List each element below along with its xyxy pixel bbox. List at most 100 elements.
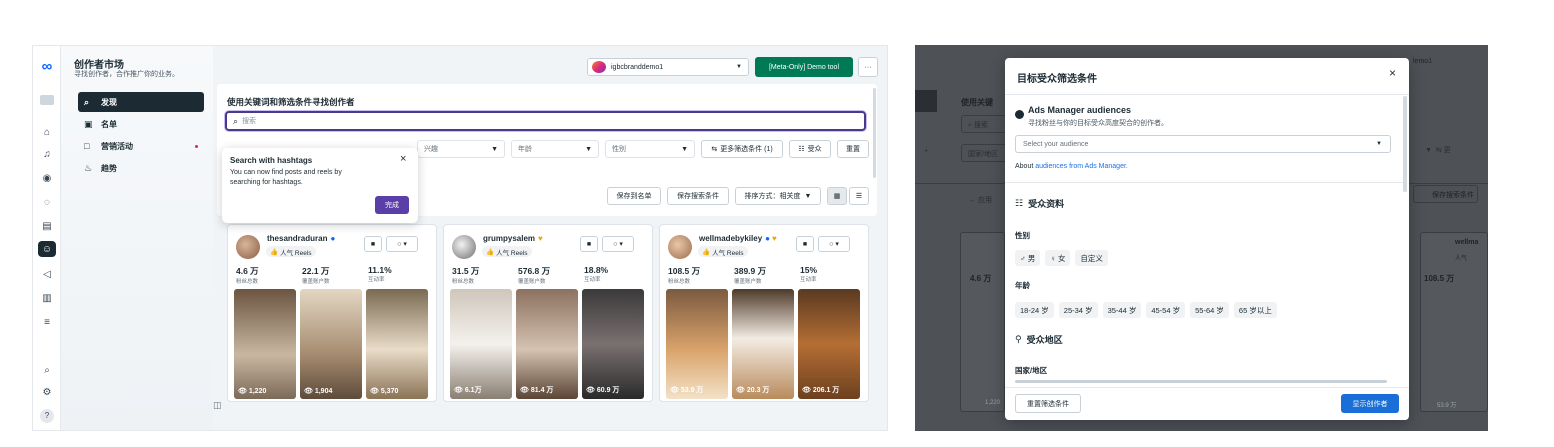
chevron-down-icon: ▼ (736, 64, 742, 70)
settings-icon[interactable]: ⚙ (38, 384, 56, 400)
nav-item-campaigns[interactable]: □ 营销活动 (78, 136, 204, 156)
avatar (668, 235, 692, 259)
creator-card[interactable]: thesandraduran ● 👍 人气 Reels ■ ○ ▾ 4.6 万粉丝总… (227, 224, 437, 402)
chevron-down-icon: ▼ (585, 145, 592, 153)
age-chip[interactable]: 55-64 岁 (1190, 302, 1229, 318)
reel-thumbnail[interactable]: 👁 1,220 (234, 289, 296, 399)
creator-name[interactable]: wellmadebykiley (699, 234, 762, 243)
done-button[interactable]: 完成 (375, 196, 409, 214)
ads-description: 寻找粉丝与你的目标受众高度契合的创作者。 (1028, 120, 1168, 127)
vertical-scrollbar[interactable] (1403, 96, 1407, 192)
reel-thumbnail[interactable]: 👁 6.1万 (450, 289, 512, 399)
audience-filter-modal: 目标受众筛选条件 × Ads Manager audiences 寻找粉丝与你的… (1005, 58, 1409, 420)
horizontal-scrollbar[interactable] (1015, 380, 1387, 383)
show-creators-button[interactable]: 显示创作者 (1341, 394, 1399, 413)
search-input[interactable]: ⌕ 搜索 (225, 111, 866, 131)
creator-card[interactable]: wellmadebykiley ● ♥ 👍 人气 Reels ■ ○ ▾ 108.5 … (659, 224, 869, 402)
close-icon[interactable]: × (1389, 66, 1396, 80)
account-thumbnail-icon[interactable] (38, 92, 56, 108)
age-chip[interactable]: 25-34 岁 (1058, 302, 1098, 318)
audience-filter-button[interactable]: ☷ 受众 (789, 140, 831, 158)
reel-thumbnail[interactable]: 👁 206.1 万 (798, 289, 860, 399)
search-icon: ⌕ (84, 96, 90, 107)
reach-stat: 576.8 万覆盖账户数 (518, 266, 551, 285)
chevron-down-icon: ▼ (491, 145, 498, 153)
ads-manager-link[interactable]: audiences from Ads Manager. (1035, 163, 1128, 170)
insights-icon[interactable]: ▥ (38, 290, 56, 306)
status-dropdown[interactable]: ○ ▾ (818, 236, 850, 252)
gender-filter[interactable]: 性别 ▼ (605, 140, 695, 158)
age-chip[interactable]: 35-44 岁 (1102, 302, 1142, 318)
status-dropdown[interactable]: ○ ▾ (602, 236, 634, 252)
reset-button[interactable]: 重置 (837, 140, 869, 158)
discover-content: igbcbranddemo1 ▼ [Meta-Only] Demo tool ·… (217, 46, 887, 430)
reel-thumbnail[interactable]: 👁 81.4 万 (516, 289, 578, 399)
sort-dropdown[interactable]: 排序方式：相关度 ▼ (735, 187, 821, 205)
engagement-stat: 18.8% 互动率 (584, 265, 609, 283)
icon-rail: ∞ ⌂ ♫ ◉ ◌ ▤ ☺ ◁ ▥ ≡ ⌕ ⚙ ? (33, 46, 61, 430)
account-selector[interactable]: igbcbranddemo1 ▼ (587, 58, 749, 76)
about-text: About audiences from Ads Manager. (1015, 163, 1128, 170)
home-icon[interactable]: ⌂ (38, 124, 56, 140)
age-filter[interactable]: 年龄 ▼ (511, 140, 599, 158)
nav-item-discover[interactable]: ⌕ 发现 (78, 92, 204, 112)
interest-filter[interactable]: 兴趣 ▼ (417, 140, 505, 158)
more-options-button[interactable]: ··· (858, 57, 878, 77)
age-chip[interactable]: 18-24 岁 (1015, 302, 1054, 318)
account-avatar-icon (592, 61, 606, 73)
creator-card[interactable]: grumpysalem ♥ 👍 人气 Reels ■ ○ ▾ 31.5 万粉丝总数 … (443, 224, 653, 402)
creator-name[interactable]: thesandraduran (267, 234, 327, 243)
save-search-button[interactable]: 保存搜索条件 (667, 187, 729, 205)
reel-thumbnail[interactable]: 👁 53.9 万 (666, 289, 728, 399)
gender-chip-female[interactable]: ♀ 女 (1045, 250, 1071, 266)
followers-stat: 108.5 万粉丝总数 (668, 266, 701, 285)
menu-icon[interactable]: ≡ (38, 314, 56, 330)
compass-icon[interactable]: ◉ (38, 170, 56, 186)
views-count: 👁 206.1 万 (802, 387, 840, 394)
search-icon[interactable]: ⌕ (38, 362, 56, 378)
gender-chip-custom[interactable]: 自定义 (1075, 250, 1108, 266)
bookmark-icon[interactable]: ■ (364, 236, 382, 252)
chat-icon[interactable]: ◌ (38, 194, 56, 210)
demo-tool-button[interactable]: [Meta-Only] Demo tool (755, 57, 853, 77)
age-chip[interactable]: 45-54 岁 (1146, 302, 1186, 318)
thumbs-up-icon: 👍 (486, 248, 495, 256)
background-save-search: 保存搜索条件 (1413, 185, 1478, 203)
megaphone-icon[interactable]: ◁ (38, 266, 56, 282)
location-pin-icon: ⚲ (1015, 334, 1022, 344)
folder-icon: □ (84, 141, 90, 151)
reel-thumbnail[interactable]: 👁 1,904 (300, 289, 362, 399)
scrollbar[interactable] (873, 88, 876, 178)
bookmark-icon[interactable]: ■ (580, 236, 598, 252)
close-icon[interactable]: × (400, 153, 406, 165)
reel-thumbnail[interactable]: 👁 5,370 (366, 289, 428, 399)
pages-icon[interactable]: ▤ (38, 218, 56, 234)
bookmark-icon[interactable]: ■ (796, 236, 814, 252)
tooltip-title: Search with hashtags (230, 156, 313, 165)
country-label: 国家/地区 (1015, 366, 1048, 375)
creator-marketplace-icon[interactable]: ☺ (38, 241, 56, 257)
views-count: 👁 60.9 万 (586, 387, 620, 394)
status-dropdown[interactable]: ○ ▾ (386, 236, 418, 252)
more-filters-button[interactable]: ⇆ 更多筛选条件 (1) (701, 140, 783, 158)
creator-name[interactable]: grumpysalem (483, 234, 535, 243)
views-count: 👁 53.9 万 (670, 387, 704, 394)
nav-item-trends[interactable]: ♨ 趋势 (78, 158, 204, 178)
ads-title: Ads Manager audiences (1028, 105, 1132, 115)
bell-icon[interactable]: ♫ (38, 146, 56, 162)
audience-select[interactable]: Select your audience ▼ (1015, 135, 1391, 153)
audience-region-heading: ⚲ 受众地区 (1015, 334, 1063, 345)
list-view-icon[interactable]: ☰ (849, 187, 869, 205)
reset-filters-button[interactable]: 重置筛选条件 (1015, 394, 1081, 413)
background-card (1420, 232, 1488, 412)
age-chip[interactable]: 65 岁以上 (1233, 302, 1277, 318)
help-icon[interactable]: ? (38, 408, 56, 424)
nav-item-lists[interactable]: ▣ 名单 (78, 114, 204, 134)
save-to-list-button[interactable]: 保存到名单 (607, 187, 661, 205)
reel-thumbnail[interactable]: 👁 20.3 万 (732, 289, 794, 399)
grid-view-icon[interactable]: ▦ (827, 187, 847, 205)
reel-thumbnail[interactable]: 👁 60.9 万 (582, 289, 644, 399)
background-dot: • (925, 148, 928, 155)
gender-chip-male[interactable]: ♂ 男 (1015, 250, 1041, 266)
chevron-down-icon: ▼ (804, 192, 812, 200)
